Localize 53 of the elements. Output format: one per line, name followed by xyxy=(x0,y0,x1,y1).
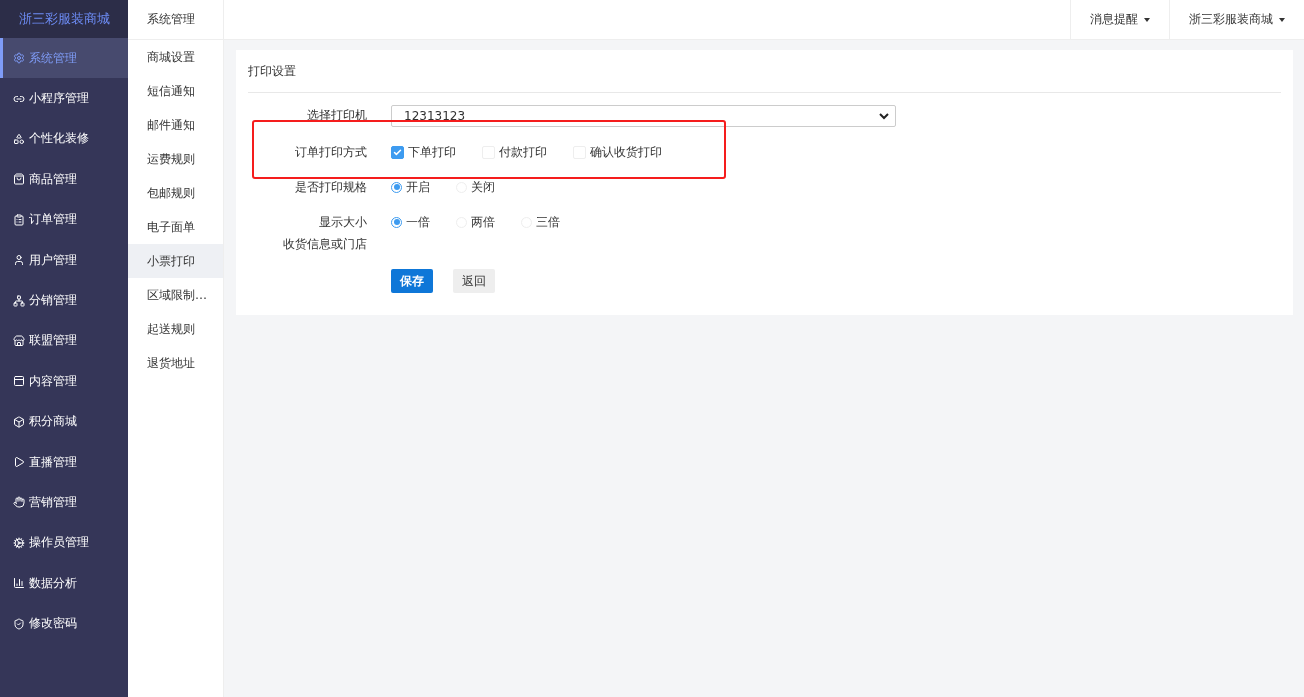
sidebar-item[interactable]: 修改密码 xyxy=(0,603,128,644)
field-label: 显示大小 xyxy=(319,214,367,231)
chart-icon xyxy=(13,577,25,590)
sidebar-item[interactable]: 数据分析 xyxy=(0,563,128,604)
field-label: 选择打印机 xyxy=(307,107,367,124)
chevron-down-icon xyxy=(879,112,889,120)
sidebar-item[interactable]: 订单管理 xyxy=(0,199,128,240)
hand-icon xyxy=(13,496,25,509)
checkbox-option[interactable]: 下单打印 xyxy=(391,143,456,161)
radio-option[interactable]: 关闭 xyxy=(456,178,495,196)
sidebar-item[interactable]: 内容管理 xyxy=(0,361,128,402)
field-label: 订单打印方式 xyxy=(295,144,367,161)
gear-icon xyxy=(13,52,25,65)
radio-option[interactable]: 开启 xyxy=(391,178,430,196)
sidebar-item[interactable]: 用户管理 xyxy=(0,239,128,281)
user-icon xyxy=(13,254,25,267)
play-icon xyxy=(13,456,25,469)
sidebar-item[interactable]: 联盟管理 xyxy=(0,320,128,362)
sidebar-item[interactable]: 营销管理 xyxy=(0,482,128,523)
checkbox-option[interactable]: 付款打印 xyxy=(482,143,547,161)
save-button[interactable]: 保存 xyxy=(391,269,433,293)
printer-select[interactable]: 12313123 xyxy=(391,105,896,127)
sidebar-item[interactable]: 直播管理 xyxy=(0,441,128,483)
shapes-icon xyxy=(13,132,25,145)
sidebar-item[interactable]: 商品管理 xyxy=(0,159,128,200)
sidebar-item[interactable]: 分销管理 xyxy=(0,280,128,321)
field-label: 收货信息或门店 xyxy=(283,236,367,253)
caret-icon xyxy=(1279,17,1285,22)
field-label: 是否打印规格 xyxy=(295,179,367,196)
radio-option[interactable]: 三倍 xyxy=(521,213,560,231)
brand-logo-text: 浙三彩服装商城 xyxy=(0,0,128,38)
dropdown-menu[interactable]: 消息提醒 xyxy=(1070,0,1169,39)
box-icon xyxy=(13,415,25,428)
sidebar-item[interactable]: 小程序管理 xyxy=(0,78,128,119)
sidebar-item[interactable]: 个性化装修 xyxy=(0,118,128,160)
sidebar-item[interactable]: 操作员管理 xyxy=(0,522,128,564)
clipboard-icon xyxy=(13,213,25,226)
shield-icon xyxy=(13,617,25,630)
store-icon xyxy=(13,334,25,347)
cog-icon xyxy=(13,536,25,549)
submenu-item[interactable]: 小票打印 xyxy=(128,244,223,278)
radio-option[interactable]: 一倍 xyxy=(391,213,430,231)
dropdown-menu[interactable]: 浙三彩服装商城 xyxy=(1169,0,1304,39)
caret-icon xyxy=(1144,17,1150,22)
network-icon xyxy=(13,294,25,307)
radio-option[interactable]: 两倍 xyxy=(456,213,495,231)
card-title: 打印设置 xyxy=(248,50,1281,93)
sidebar-item[interactable]: 积分商城 xyxy=(0,401,128,442)
back-button[interactable]: 返回 xyxy=(453,269,495,293)
checkbox-option[interactable]: 确认收货打印 xyxy=(573,143,662,161)
panel-icon xyxy=(13,375,25,388)
bag-icon xyxy=(13,173,25,186)
checkbox[interactable] xyxy=(391,145,404,159)
